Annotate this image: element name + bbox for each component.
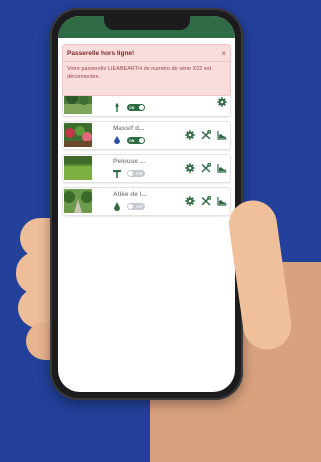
gear-icon[interactable] (217, 97, 227, 107)
zone-card[interactable]: Pelouse ... OFF (62, 154, 231, 183)
chart-icon[interactable] (217, 163, 227, 173)
zone-thumbnail (64, 123, 92, 147)
zone-thumbnail (64, 156, 92, 180)
toggle-label: OFF (136, 204, 143, 209)
tools-icon[interactable] (201, 196, 211, 206)
phone-frame: ON Massif d... ON Pelouse ... OFF Allée … (50, 8, 243, 400)
alert-title: Passerelle hors ligne! (67, 49, 135, 57)
drip-icon (114, 202, 120, 211)
tools-icon[interactable] (201, 163, 211, 173)
alert-message: Votre passerelle LIEABEARTH de numéro de… (67, 66, 212, 80)
alert-header: Passerelle hors ligne! × (63, 45, 230, 62)
tools-icon[interactable] (201, 130, 211, 140)
zone-name: Allée de l... (113, 191, 147, 198)
sprinkler-icon (115, 103, 119, 112)
zone-toggle[interactable]: ON (127, 137, 145, 144)
chart-icon[interactable] (217, 196, 227, 206)
chart-icon[interactable] (217, 130, 227, 140)
gear-icon[interactable] (185, 196, 195, 206)
sprinkler-icon (113, 170, 121, 178)
close-icon[interactable]: × (221, 49, 226, 58)
zone-toggle[interactable]: OFF (127, 170, 145, 177)
toggle-label: ON (129, 105, 135, 110)
toggle-label: ON (129, 138, 135, 143)
zone-list: ON Massif d... ON Pelouse ... OFF Allée … (62, 88, 231, 220)
phone-notch (104, 16, 190, 30)
gear-icon[interactable] (185, 130, 195, 140)
zone-thumbnail (64, 189, 92, 213)
phone-screen: ON Massif d... ON Pelouse ... OFF Allée … (58, 16, 235, 392)
zone-card[interactable]: Allée de l... OFF (62, 187, 231, 216)
gateway-offline-alert: Passerelle hors ligne! × Votre passerell… (62, 44, 231, 96)
zone-toggle[interactable]: OFF (127, 203, 145, 210)
gear-icon[interactable] (185, 163, 195, 173)
zone-card[interactable]: Massif d... ON (62, 121, 231, 150)
zone-name: Massif d... (113, 125, 145, 132)
toggle-label: OFF (136, 171, 143, 176)
drop-icon (114, 136, 120, 144)
zone-name: Pelouse ... (113, 158, 146, 165)
zone-toggle[interactable]: ON (127, 104, 145, 111)
